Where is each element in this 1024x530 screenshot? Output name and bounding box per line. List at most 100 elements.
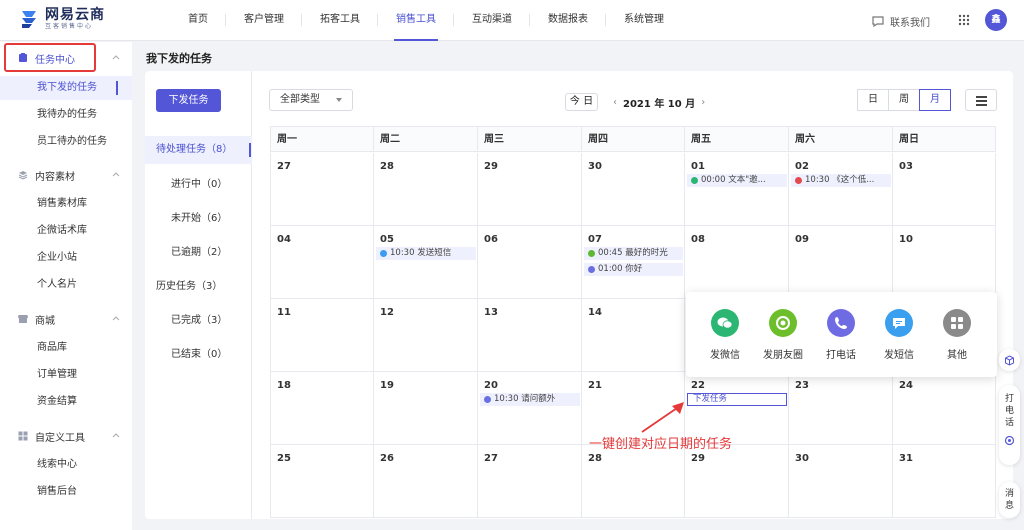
quick-action-sms[interactable]: 发短信 (869, 309, 929, 361)
quick-action-more-apps[interactable]: 其他 (927, 309, 987, 361)
calendar-day-cell[interactable]: 09 (789, 226, 893, 299)
nav-channels[interactable]: 互动渠道 (454, 0, 530, 41)
calendar-day-cell[interactable]: 30 (789, 445, 893, 518)
calendar-event[interactable]: 00:00 文本"邀... (687, 174, 787, 187)
next-month-icon[interactable]: › (701, 97, 705, 108)
day-number: 19 (380, 380, 394, 391)
sidebar-item-sales-material[interactable]: 销售素材库 (0, 192, 132, 216)
type-select[interactable]: 全部类型 (269, 89, 353, 111)
sidebar-item-settlement[interactable]: 资金结算 (0, 390, 132, 414)
sidebar-item-business-card[interactable]: 个人名片 (0, 273, 132, 297)
sidebar-item-my-issued[interactable]: 我下发的任务 (0, 76, 132, 100)
calendar-day-cell[interactable]: 27 (478, 445, 582, 518)
float-msg-char: 息 (1004, 501, 1014, 511)
issue-task-button[interactable]: 下发任务 (156, 89, 221, 112)
float-call-button[interactable]: 打 电 话 (999, 385, 1020, 465)
calendar-day-cell[interactable]: 28 (374, 153, 478, 226)
sidebar-item-micro-site[interactable]: 企业小站 (0, 246, 132, 270)
event-type-icon (795, 177, 802, 184)
float-call-char: 话 (1004, 418, 1014, 428)
day-number: 10 (899, 234, 913, 245)
calendar-event[interactable]: 下发任务 (687, 393, 787, 406)
calendar-day-cell[interactable]: 30 (582, 153, 685, 226)
calendar-event[interactable]: 10:30 请问额外 (480, 393, 580, 406)
filter-history[interactable]: 历史任务（3） (145, 273, 252, 301)
calendar-day-cell[interactable]: 29 (685, 445, 789, 518)
app-grid-icon[interactable] (958, 14, 970, 26)
calendar-day-cell[interactable]: 31 (893, 445, 996, 518)
view-week-button[interactable]: 周 (888, 89, 920, 111)
weekday-header: 周五 (685, 126, 789, 152)
sidebar-item-products[interactable]: 商品库 (0, 336, 132, 360)
quick-action-wechat[interactable]: 发微信 (695, 309, 755, 361)
nav-customers[interactable]: 客户管理 (226, 0, 302, 41)
sidebar-item-orders[interactable]: 订单管理 (0, 363, 132, 387)
calendar-day-cell[interactable]: 13 (478, 299, 582, 372)
quick-action-phone[interactable]: 打电话 (811, 309, 871, 361)
today-button[interactable]: 今 日 (565, 93, 598, 111)
filter-in-progress[interactable]: 进行中（0） (145, 171, 252, 199)
filter-overdue[interactable]: 已逾期（2） (145, 239, 252, 267)
sidebar-group-content[interactable]: 内容素材 (0, 162, 132, 188)
calendar-day-cell[interactable]: 20 10:30 请问额外 (478, 372, 582, 445)
calendar-day-cell[interactable]: 26 (374, 445, 478, 518)
calendar-day-cell[interactable]: 25 (270, 445, 374, 518)
calendar-day-cell[interactable]: 11 (270, 299, 374, 372)
float-cube-button[interactable] (999, 349, 1020, 371)
nav-home[interactable]: 首页 (170, 0, 226, 41)
sidebar: 任务中心 我下发的任务 我待办的任务 员工待办的任务 内容素材 销售素材库 企微… (0, 42, 132, 530)
calendar-day-cell[interactable]: 10 (893, 226, 996, 299)
calendar-day-cell[interactable]: 01 00:00 文本"邀... (685, 153, 789, 226)
calendar-day-cell[interactable]: 14 (582, 299, 685, 372)
nav-sales-tools[interactable]: 销售工具 (378, 0, 454, 41)
calendar-day-cell[interactable]: 28 (582, 445, 685, 518)
sidebar-item-wecom-scripts[interactable]: 企微话术库 (0, 219, 132, 243)
sidebar-item-my-todo[interactable]: 我待办的任务 (0, 103, 132, 127)
list-view-button[interactable] (965, 89, 997, 111)
calendar-day-cell[interactable]: 08 (685, 226, 789, 299)
calendar-day-cell[interactable]: 07 00:45 最好的时光 01:00 你好 (582, 226, 685, 299)
quick-action-moments[interactable]: 发朋友圈 (753, 309, 813, 361)
view-month-button[interactable]: 月 (919, 89, 951, 111)
float-msg-char: 消 (1004, 489, 1014, 499)
calendar-event[interactable]: 00:45 最好的时光 (584, 247, 683, 260)
sidebar-item-staff-todo[interactable]: 员工待办的任务 (0, 130, 132, 154)
sidebar-group-store[interactable]: 商城 (0, 306, 132, 332)
filter-completed[interactable]: 已完成（3） (145, 307, 252, 335)
calendar-day-cell[interactable]: 18 (270, 372, 374, 445)
prev-month-icon[interactable]: ‹ (613, 97, 617, 108)
sidebar-item-sales-backend[interactable]: 销售后台 (0, 480, 132, 504)
nav-system[interactable]: 系统管理 (606, 0, 682, 41)
filter-pending[interactable]: 待处理任务（8） (145, 136, 252, 164)
calendar-day-cell[interactable]: 03 (893, 153, 996, 226)
filter-ended[interactable]: 已结束（0） (145, 341, 252, 369)
month-navigator: ‹ 2021 年 10 月 › (607, 93, 711, 111)
filter-not-started[interactable]: 未开始（6） (145, 205, 252, 233)
contact-us-link[interactable]: 联系我们 (872, 14, 930, 29)
calendar-day-cell[interactable]: 12 (374, 299, 478, 372)
calendar-day-cell[interactable]: 02 10:30 《这个低... (789, 153, 893, 226)
view-day-button[interactable]: 日 (857, 89, 889, 111)
calendar-day-cell[interactable]: 04 (270, 226, 374, 299)
event-type-icon (691, 177, 698, 184)
float-message-button[interactable]: 消 息 (999, 482, 1020, 518)
calendar-event[interactable]: 01:00 你好 (584, 263, 683, 276)
calendar-day-cell[interactable]: 24 (893, 372, 996, 445)
phone-icon (827, 309, 855, 337)
calendar-event[interactable]: 10:30 《这个低... (791, 174, 891, 187)
logo[interactable]: 网易云商 互客销售中心 (18, 8, 105, 30)
user-avatar[interactable]: 鑫 (985, 9, 1007, 31)
sidebar-group-custom-tools[interactable]: 自定义工具 (0, 423, 132, 449)
nav-prospecting[interactable]: 拓客工具 (302, 0, 378, 41)
day-number: 20 (484, 380, 498, 391)
calendar-day-cell[interactable]: 23 (789, 372, 893, 445)
calendar-event[interactable]: 10:30 发送短信 (376, 247, 476, 260)
weekday-header: 周二 (374, 126, 478, 152)
sidebar-item-leads[interactable]: 线索中心 (0, 453, 132, 477)
calendar-day-cell[interactable]: 29 (478, 153, 582, 226)
calendar-day-cell[interactable]: 05 10:30 发送短信 (374, 226, 478, 299)
nav-reports[interactable]: 数据报表 (530, 0, 606, 41)
calendar-day-cell[interactable]: 27 (270, 153, 374, 226)
calendar-day-cell[interactable]: 06 (478, 226, 582, 299)
calendar-day-cell[interactable]: 19 (374, 372, 478, 445)
